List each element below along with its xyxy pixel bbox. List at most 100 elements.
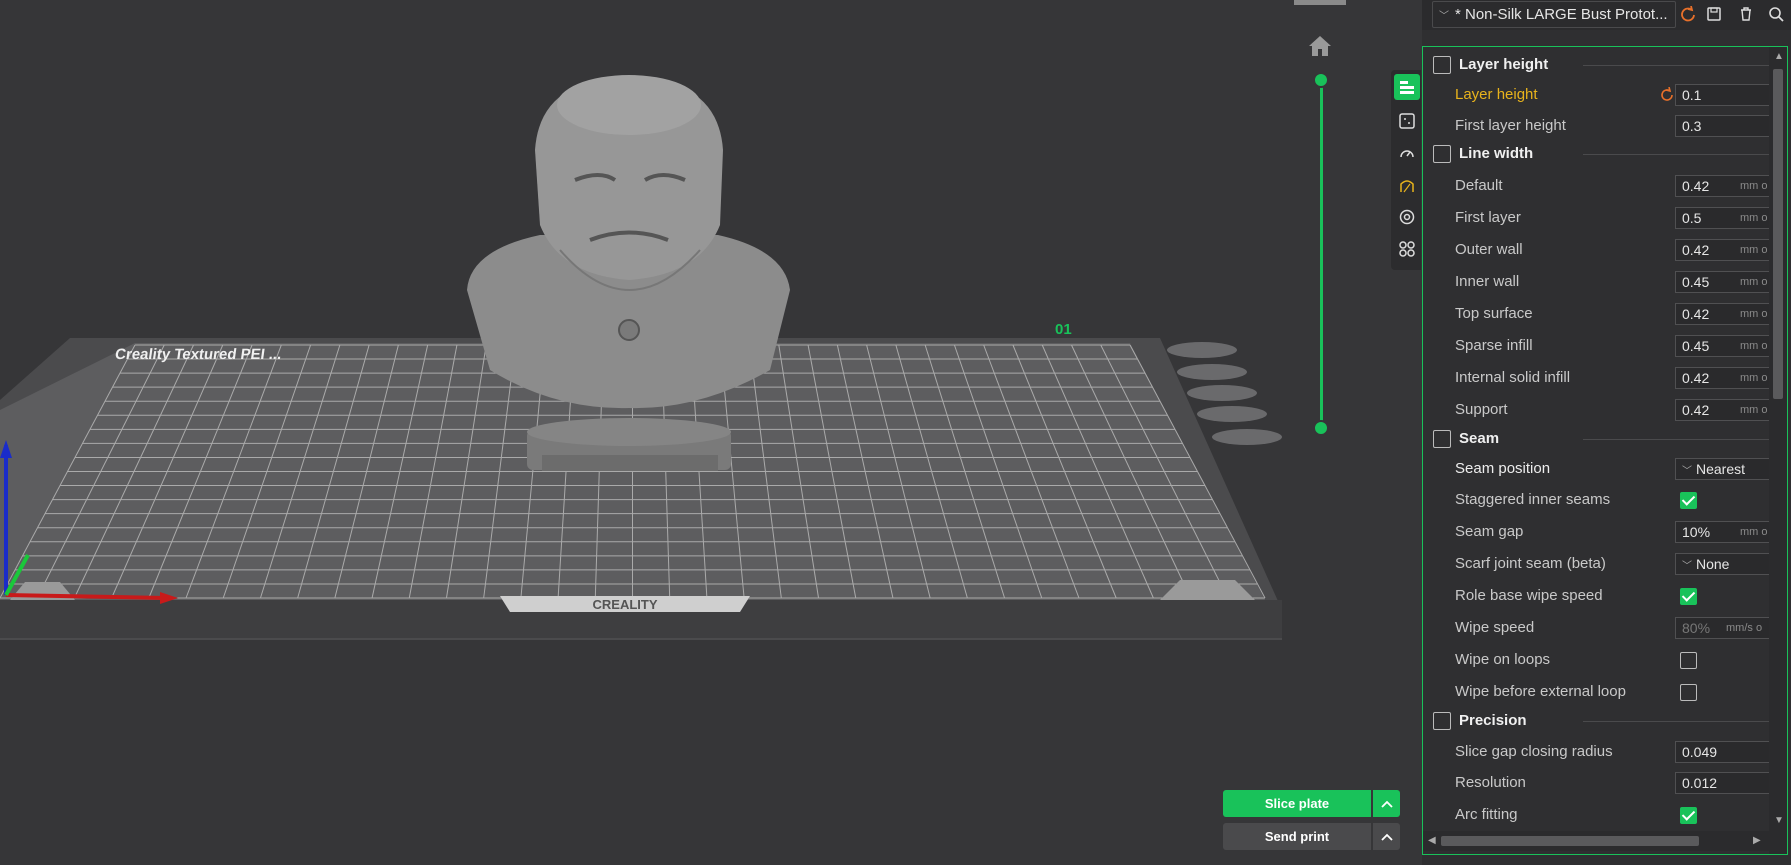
scarf-joint-select[interactable]: ﹀ None [1675, 553, 1775, 575]
chevron-up-icon [1380, 800, 1393, 808]
slice-gap-input[interactable]: 0.049 [1675, 741, 1775, 763]
layer-height-label: Layer height [1455, 86, 1538, 103]
bed-logo: CREALITY [593, 597, 658, 612]
line-width-value: 0.45 [1682, 338, 1710, 354]
seam-gap-value: 10% [1682, 524, 1711, 540]
line-width-unit: mm o [1740, 244, 1768, 256]
send-options-button[interactable] [1373, 823, 1400, 850]
horizontal-scroll-thumb[interactable] [1441, 836, 1699, 846]
line-width-input[interactable]: 0.42 mm o [1675, 399, 1775, 421]
section-divider [1583, 154, 1787, 155]
3d-viewport[interactable]: CREALITY Creality Textured PEI ... 01 Sl… [0, 0, 1422, 865]
wipe-speed-value: 80% [1682, 620, 1711, 636]
home-icon[interactable] [1307, 34, 1333, 58]
seam-icon[interactable] [1394, 108, 1420, 134]
resolution-input[interactable]: 0.012 [1675, 772, 1775, 794]
scroll-left-icon[interactable]: ◀ [1428, 835, 1436, 846]
send-print-button[interactable]: Send print [1223, 823, 1371, 850]
layer-height-icon[interactable] [1394, 74, 1420, 100]
section-layer-height: Layer height [1459, 56, 1549, 73]
layer-slider-track[interactable] [1320, 80, 1323, 428]
line-width-input[interactable]: 0.5 mm o [1675, 207, 1775, 229]
layer-slider-bottom-handle[interactable] [1313, 420, 1329, 436]
role-wipe-speed-label: Role base wipe speed [1455, 587, 1603, 604]
line-width-input[interactable]: 0.42 mm o [1675, 239, 1775, 261]
vertical-scrollbar[interactable]: ▲ ▼ [1769, 47, 1787, 854]
line-width-label: Internal solid infill [1455, 369, 1571, 386]
line-width-value: 0.42 [1682, 178, 1710, 194]
staggered-seams-checkbox[interactable] [1680, 492, 1697, 509]
line-width-input[interactable]: 0.45 mm o [1675, 335, 1775, 357]
layer-slider-top-handle[interactable] [1313, 72, 1329, 88]
precision-section-icon [1433, 712, 1451, 730]
horizontal-scrollbar[interactable]: ◀ ▶ [1423, 831, 1769, 851]
slice-plate-button[interactable]: Slice plate [1223, 790, 1371, 817]
wipe-before-loop-checkbox[interactable] [1680, 684, 1697, 701]
vertical-scroll-thumb[interactable] [1773, 69, 1783, 399]
line-width-input[interactable]: 0.42 mm o [1675, 303, 1775, 325]
scroll-down-icon[interactable]: ▼ [1774, 815, 1784, 826]
section-divider [1583, 721, 1787, 722]
arc-fitting-checkbox[interactable] [1680, 807, 1697, 824]
reset-icon[interactable] [1678, 4, 1698, 24]
chevron-down-icon: ﹀ [1682, 465, 1692, 477]
multimaterial-icon[interactable] [1394, 204, 1420, 230]
line-width-label: Top surface [1455, 305, 1533, 322]
support-icon[interactable] [1394, 172, 1420, 198]
wipe-loops-checkbox[interactable] [1680, 652, 1697, 669]
line-width-label: First layer [1455, 209, 1521, 226]
staggered-seams-label: Staggered inner seams [1455, 491, 1611, 508]
section-seam: Seam [1459, 430, 1500, 447]
scroll-up-icon[interactable]: ▲ [1774, 51, 1784, 62]
settings-category-toolbar [1391, 70, 1421, 270]
scarf-joint-label: Scarf joint seam (beta) [1455, 555, 1606, 572]
top-collapse-tab[interactable] [1294, 0, 1346, 5]
line-width-label: Outer wall [1455, 241, 1523, 258]
line-width-value: 0.45 [1682, 274, 1710, 290]
seam-gap-input[interactable]: 10% mm o [1675, 521, 1775, 543]
line-width-label: Support [1455, 401, 1508, 418]
seam-section-icon [1433, 430, 1451, 448]
line-width-input[interactable]: 0.42 mm o [1675, 367, 1775, 389]
slice-gap-label: Slice gap closing radius [1455, 743, 1613, 760]
chevron-up-icon [1380, 833, 1393, 841]
seam-gap-label: Seam gap [1455, 523, 1524, 540]
search-icon[interactable] [1766, 4, 1786, 24]
reset-icon[interactable] [1659, 87, 1675, 103]
seam-position-select[interactable]: ﹀ Nearest [1675, 458, 1775, 480]
line-width-value: 0.42 [1682, 370, 1710, 386]
build-plate-scene[interactable]: CREALITY Creality Textured PEI ... 01 [0, 0, 1422, 865]
chevron-down-icon: ﹀ [1439, 11, 1449, 22]
section-divider [1583, 65, 1787, 66]
preset-bar: ﹀ * Non-Silk LARGE Bust Protot... [1422, 0, 1791, 30]
delete-icon[interactable] [1736, 4, 1756, 24]
first-layer-height-input[interactable]: 0.3 [1675, 115, 1775, 137]
bed-label: Creality Textured PEI ... [114, 346, 283, 363]
wipe-loops-label: Wipe on loops [1455, 651, 1551, 668]
section-divider [1583, 439, 1787, 440]
wipe-speed-input[interactable]: 80% mm/s o [1675, 617, 1775, 639]
line-width-label: Default [1455, 177, 1503, 194]
process-preset-select[interactable]: ﹀ * Non-Silk LARGE Bust Protot... [1432, 1, 1676, 28]
slice-options-button[interactable] [1373, 790, 1400, 817]
plate-number: 01 [1055, 321, 1072, 338]
line-width-unit: mm o [1740, 372, 1768, 384]
line-width-value: 0.42 [1682, 242, 1710, 258]
settings-list[interactable]: Layer height Layer height 0.1 First laye… [1422, 46, 1788, 855]
section-precision: Precision [1459, 712, 1527, 729]
line-width-value: 0.42 [1682, 402, 1710, 418]
line-width-label: Inner wall [1455, 273, 1520, 290]
seam-position-value: Nearest [1696, 461, 1746, 477]
line-width-input[interactable]: 0.42 mm o [1675, 175, 1775, 197]
layer-height-input[interactable]: 0.1 [1675, 84, 1775, 106]
chevron-down-icon: ﹀ [1682, 560, 1692, 572]
role-wipe-speed-checkbox[interactable] [1680, 588, 1697, 605]
save-icon[interactable] [1704, 4, 1724, 24]
scroll-right-icon[interactable]: ▶ [1753, 835, 1761, 846]
line-width-input[interactable]: 0.45 mm o [1675, 271, 1775, 293]
section-line-width: Line width [1459, 145, 1534, 162]
others-icon[interactable] [1394, 236, 1420, 262]
speed-icon[interactable] [1394, 140, 1420, 166]
preset-name: * Non-Silk LARGE Bust Protot... [1455, 6, 1668, 23]
line-width-section-icon [1433, 145, 1451, 163]
